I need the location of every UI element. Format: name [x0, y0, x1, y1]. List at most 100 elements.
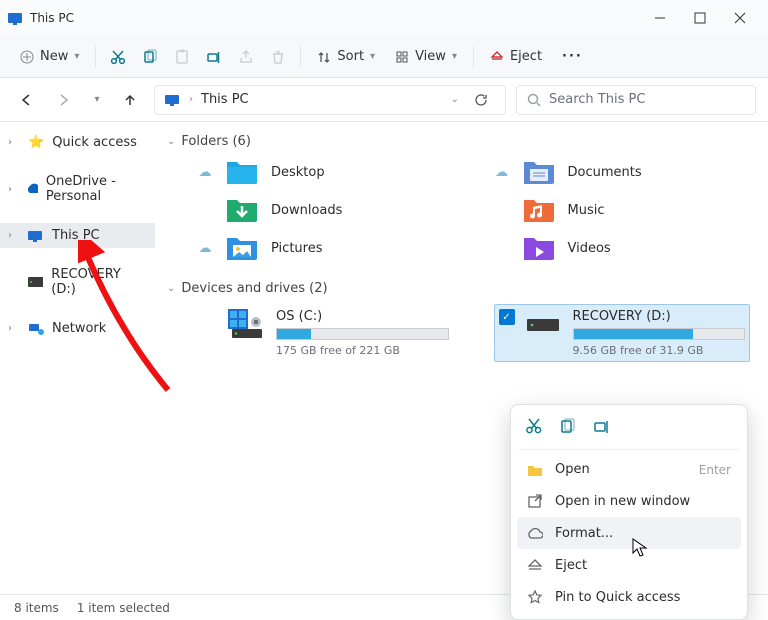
cloud-status-icon: ☁: [197, 165, 213, 180]
rename-icon[interactable]: [593, 417, 611, 435]
menu-pin-quick-access[interactable]: Pin to Quick access: [517, 581, 741, 613]
menu-label: Eject: [555, 558, 731, 573]
sidebar-item-this-pc[interactable]: › This PC: [0, 223, 155, 248]
app-icon: [8, 11, 24, 25]
sidebar-item-network[interactable]: › Network: [0, 316, 155, 341]
chevron-right-icon[interactable]: ›: [8, 230, 20, 241]
folder-desktop[interactable]: ☁ Desktop: [197, 157, 454, 187]
view-label: View: [415, 49, 446, 64]
context-menu: Open Enter Open in new window Format... …: [510, 404, 748, 620]
drive-recovery-d[interactable]: ✓ RECOVERY (D:) 9.56 GB free of 31.9 GB: [494, 304, 751, 362]
menu-label: Open in new window: [555, 494, 731, 509]
refresh-button[interactable]: [467, 86, 495, 114]
sidebar-item-label: This PC: [52, 228, 100, 243]
toolbar-divider: [473, 46, 474, 68]
sidebar-item-recovery[interactable]: › RECOVERY (D:): [0, 262, 155, 302]
window-title: This PC: [30, 11, 74, 25]
chevron-right-icon[interactable]: ›: [8, 137, 20, 148]
menu-open[interactable]: Open Enter: [517, 454, 741, 485]
folder-icon: [225, 233, 259, 263]
chevron-down-icon[interactable]: ⌄: [167, 283, 175, 294]
cut-button[interactable]: [102, 43, 134, 71]
minimize-button[interactable]: [640, 2, 680, 34]
sidebar-item-quick-access[interactable]: › ⭐ Quick access: [0, 130, 155, 155]
folder-label: Desktop: [271, 165, 325, 180]
menu-open-new-window[interactable]: Open in new window: [517, 485, 741, 517]
delete-button[interactable]: [262, 43, 294, 71]
folder-open-icon: [527, 463, 543, 477]
cloud-icon: [25, 183, 38, 195]
new-button[interactable]: New ▾: [10, 43, 89, 70]
menu-shortcut: Enter: [699, 463, 731, 477]
sort-button[interactable]: Sort ▾: [307, 43, 385, 70]
rename-button[interactable]: [198, 43, 230, 71]
folder-icon: [522, 233, 556, 263]
up-button[interactable]: [116, 86, 144, 114]
drive-capacity-bar: [276, 328, 449, 340]
sidebar-item-label: Quick access: [52, 135, 137, 150]
format-icon: [527, 525, 543, 541]
drive-free-text: 9.56 GB free of 31.9 GB: [573, 344, 746, 357]
eject-toolbar-button[interactable]: Eject: [480, 43, 552, 70]
folder-videos[interactable]: ☁ Videos: [494, 233, 751, 263]
monitor-icon: [165, 93, 181, 107]
copy-button[interactable]: [134, 43, 166, 71]
drive-icon: [28, 277, 44, 287]
status-item-count: 8 items: [14, 601, 59, 615]
folder-music[interactable]: ☁ Music: [494, 195, 751, 225]
sort-label: Sort: [337, 49, 364, 64]
folder-icon: [522, 157, 556, 187]
status-selected-count: 1 item selected: [77, 601, 170, 615]
folder-label: Downloads: [271, 203, 342, 218]
back-button[interactable]: [12, 86, 40, 114]
navigation-bar: ▾ › This PC ⌄ Search This PC: [0, 78, 768, 122]
eject-label: Eject: [510, 49, 542, 64]
copy-icon[interactable]: [559, 417, 577, 435]
chevron-down-icon[interactable]: ⌄: [167, 136, 175, 147]
forward-button[interactable]: [50, 86, 78, 114]
cloud-status-icon: ☁: [197, 241, 213, 256]
share-button[interactable]: [230, 43, 262, 71]
maximize-button[interactable]: [680, 2, 720, 34]
chevron-right-icon[interactable]: ›: [8, 184, 17, 195]
star-outline-icon: [527, 589, 543, 605]
paste-button[interactable]: [166, 43, 198, 71]
chevron-down-icon[interactable]: ⌄: [451, 94, 459, 105]
group-label: Devices and drives (2): [181, 281, 327, 296]
monitor-icon: [28, 229, 44, 243]
group-label: Folders (6): [181, 134, 251, 149]
sidebar-item-onedrive[interactable]: › OneDrive - Personal: [0, 169, 155, 209]
drive-capacity-bar: [573, 328, 746, 340]
menu-format[interactable]: Format...: [517, 517, 741, 549]
folder-icon: [225, 157, 259, 187]
new-window-icon: [527, 493, 543, 509]
folder-label: Videos: [568, 241, 611, 256]
chevron-down-icon: ▾: [74, 51, 79, 62]
group-drives-header[interactable]: ⌄ Devices and drives (2): [167, 281, 750, 296]
selection-checkbox[interactable]: ✓: [499, 309, 515, 325]
new-label: New: [40, 49, 68, 64]
recent-button[interactable]: ▾: [88, 86, 106, 114]
folder-pictures[interactable]: ☁ Pictures: [197, 233, 454, 263]
drive-os-c[interactable]: OS (C:) 175 GB free of 221 GB: [197, 304, 454, 362]
eject-icon: [527, 557, 543, 573]
close-button[interactable]: [720, 2, 760, 34]
folder-downloads[interactable]: ☁ Downloads: [197, 195, 454, 225]
view-button[interactable]: View ▾: [385, 43, 467, 70]
more-button[interactable]: ···: [552, 43, 593, 70]
folder-label: Pictures: [271, 241, 322, 256]
chevron-right-icon[interactable]: ›: [8, 323, 20, 334]
folder-documents[interactable]: ☁ Documents: [494, 157, 751, 187]
command-toolbar: New ▾ Sort ▾ View ▾ Eject ···: [0, 36, 768, 78]
search-icon: [527, 93, 541, 107]
menu-label: Pin to Quick access: [555, 590, 731, 605]
breadcrumb-root[interactable]: This PC: [201, 92, 249, 107]
folder-label: Documents: [568, 165, 642, 180]
address-bar[interactable]: › This PC ⌄: [154, 85, 506, 115]
cut-icon[interactable]: [525, 417, 543, 435]
group-folders-header[interactable]: ⌄ Folders (6): [167, 134, 750, 149]
search-input[interactable]: Search This PC: [516, 85, 756, 115]
sidebar-item-label: OneDrive - Personal: [46, 174, 147, 204]
menu-eject[interactable]: Eject: [517, 549, 741, 581]
title-bar: This PC: [0, 0, 768, 36]
